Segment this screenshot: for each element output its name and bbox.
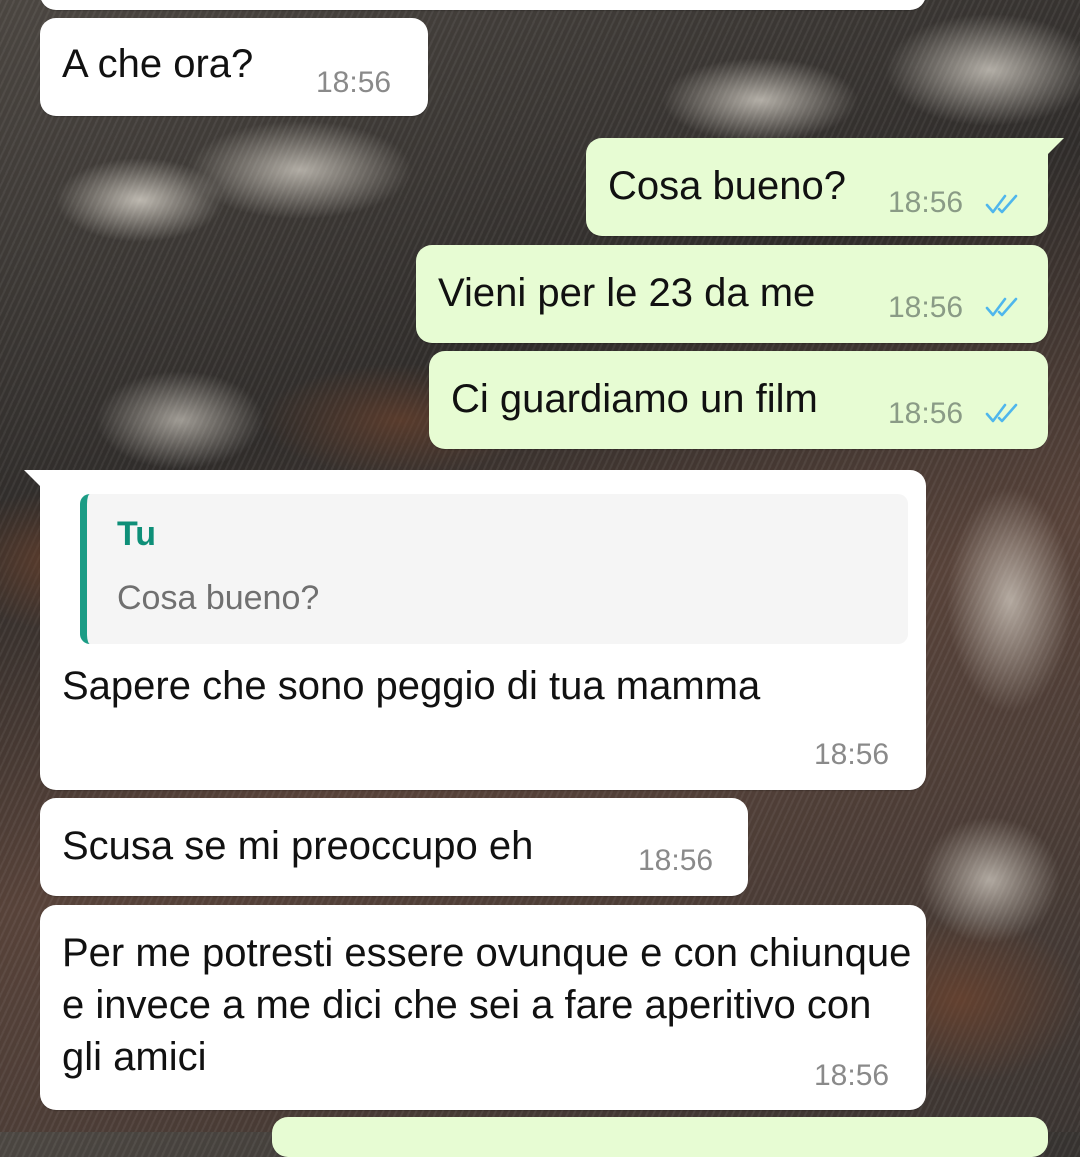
message-bubble-partial — [272, 1117, 1048, 1157]
message-bubble-incoming-reply[interactable]: Tu Cosa bueno? Sapere che sono peggio di… — [24, 470, 926, 790]
message-text: Per me potresti essere ovunque e con chi… — [62, 931, 912, 1079]
bubble-tail — [24, 470, 42, 488]
message-text: Cosa bueno? — [608, 164, 846, 208]
bubble-tail — [1046, 138, 1064, 156]
message-bubble-outgoing[interactable]: Vieni per le 23 da me 18:56 — [416, 245, 1048, 343]
double-check-icon — [985, 403, 1018, 423]
message-bubble-incoming[interactable]: A che ora? 18:56 — [40, 18, 428, 116]
message-bubble-outgoing[interactable]: Cosa bueno? 18:56 — [586, 138, 1064, 236]
message-bubble-incoming[interactable]: Scusa se mi preoccupo eh 18:56 — [40, 798, 748, 896]
double-check-icon — [985, 194, 1018, 214]
message-time: 18:56 — [814, 1059, 890, 1092]
quoted-message-text: Cosa bueno? — [117, 579, 320, 617]
message-time: 18:56 — [888, 291, 964, 324]
message-time: 18:56 — [814, 738, 890, 771]
message-time: 18:56 — [638, 844, 714, 877]
message-text: Ci guardiamo un film — [451, 377, 818, 421]
message-bubble-partial — [40, 0, 926, 10]
message-bubble-outgoing[interactable]: Ci guardiamo un film 18:56 — [429, 351, 1048, 449]
message-text: Sapere che sono peggio di tua mamma — [62, 664, 761, 708]
message-time: 18:56 — [888, 186, 964, 219]
quoted-message-author: Tu — [117, 515, 157, 553]
message-text: Vieni per le 23 da me — [438, 271, 816, 315]
quoted-message[interactable]: Tu Cosa bueno? — [80, 494, 908, 644]
message-time: 18:56 — [888, 397, 964, 430]
message-text: A che ora? — [62, 42, 254, 86]
message-bubble-incoming[interactable]: Per me potresti essere ovunque e con chi… — [40, 905, 926, 1110]
message-time: 18:56 — [316, 66, 392, 99]
message-text: Scusa se mi preoccupo eh — [62, 824, 534, 868]
double-check-icon — [985, 297, 1018, 317]
